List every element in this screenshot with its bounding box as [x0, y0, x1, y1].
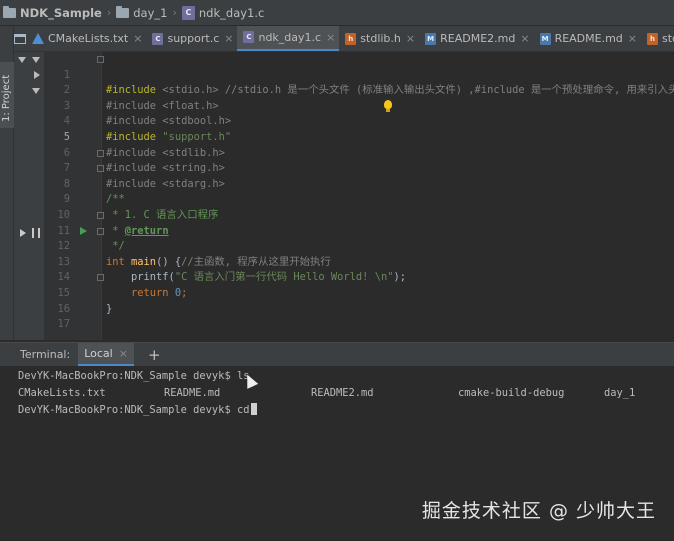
code-editor[interactable]: 1 #include <stdio.h> //stdio.h 是一个头文件 (标… [44, 52, 674, 340]
project-tool-window-button[interactable]: 1: Project [0, 62, 14, 128]
code-line: 6 #include <string.h> [44, 130, 674, 175]
expand-arrow-icon[interactable] [32, 57, 40, 63]
c-file-icon: C [243, 31, 255, 43]
run-icon[interactable] [20, 229, 26, 237]
folder-icon [3, 5, 16, 18]
editor-tabs: CMakeLists.txt × C support.c × C ndk_day… [14, 26, 674, 52]
terminal-tab-label: Local [84, 346, 113, 360]
new-terminal-button[interactable]: + [148, 346, 161, 364]
md-file-icon: M [425, 32, 437, 45]
window-icon [14, 33, 26, 44]
code-line: 17 [44, 302, 674, 330]
code-line: 4 #include "support.h" [44, 99, 674, 143]
watermark: 掘金技术社区 @ 少帅大王 [421, 500, 656, 522]
h-file-icon: h [345, 32, 357, 45]
code-line: 5 #include <stdlib.h> [44, 114, 674, 159]
breadcrumb-project-label: NDK_Sample [20, 5, 102, 20]
left-tool-strip: 1: Project [0, 26, 14, 340]
tab-label: stdio.h [662, 32, 674, 45]
code-line: 8 /** [44, 161, 674, 206]
breadcrumb-folder[interactable]: day_1 [116, 5, 168, 20]
code-line: 10 * @return [44, 192, 674, 237]
tab-cmakelists[interactable]: CMakeLists.txt × [26, 26, 146, 51]
tab-label: stdlib.h [360, 32, 401, 45]
terminal-file-entry: README2.md [311, 387, 374, 399]
fold-marker-icon[interactable] [97, 274, 104, 281]
terminal-file-entry: README.md [164, 387, 221, 399]
breadcrumb-file-label: ndk_day1.c [198, 5, 265, 20]
code-line: 2 #include <float.h> [44, 68, 674, 112]
code-line: 7 #include <stdarg.h> [44, 146, 674, 190]
breadcrumb-file[interactable]: C ndk_day1.c [181, 5, 265, 20]
terminal-label: Terminal: [20, 348, 71, 361]
close-icon[interactable]: × [224, 32, 233, 45]
breadcrumb-project[interactable]: NDK_Sample [3, 5, 102, 20]
project-panel-collapsed [14, 52, 44, 340]
terminal-prompt-line: DevYK-MacBookPro:NDK_Sample devyk$ cd [18, 403, 258, 416]
terminal-file-entry: cmake-build-debug [458, 387, 565, 399]
fold-marker-icon[interactable] [97, 165, 104, 172]
tab-stdio-h[interactable]: h stdio.h [641, 26, 674, 51]
fold-marker-icon[interactable] [97, 212, 104, 219]
close-icon[interactable]: × [326, 31, 335, 44]
tab-support-c[interactable]: C support.c × [146, 26, 237, 51]
terminal-file-entry: CMakeLists.txt [18, 387, 106, 399]
md-file-icon: M [539, 32, 551, 45]
tab-label: README.md [554, 32, 623, 45]
code-line: 14 return 0; [44, 255, 674, 299]
breadcrumb-separator: › [172, 6, 177, 19]
code-line: 3 #include <stdbool.h> [44, 83, 674, 128]
lightbulb-icon[interactable] [384, 100, 392, 112]
close-icon[interactable]: × [119, 347, 128, 360]
c-file-icon: C [181, 5, 195, 20]
collapse-arrow-icon[interactable] [34, 71, 40, 79]
tab-stdlib-h[interactable]: h stdlib.h × [339, 26, 419, 51]
code-line: 11 */ [44, 208, 674, 253]
tab-label: support.c [167, 32, 220, 45]
code-line: 13 printf("C 语言入门第一行代码 Hello World! \n")… [44, 239, 674, 284]
terminal-command: DevYK-MacBookPro:NDK_Sample devyk$ cd [18, 404, 250, 416]
navigation-breadcrumb: NDK_Sample › day_1 › C ndk_day1.c [0, 0, 674, 26]
breadcrumb-separator: › [106, 6, 112, 19]
expand-arrow-icon[interactable] [32, 88, 40, 94]
tab-readme-md[interactable]: M README.md × [534, 26, 641, 51]
fold-marker-icon[interactable] [97, 228, 104, 235]
close-icon[interactable]: × [406, 32, 415, 45]
close-icon[interactable]: × [133, 32, 142, 45]
close-icon[interactable]: × [520, 32, 529, 45]
code-line: 1 #include <stdio.h> //stdio.h 是一个头文件 (标… [44, 52, 674, 97]
terminal-header: Terminal: Local × + [0, 342, 674, 367]
tab-readme2-md[interactable]: M README2.md × [419, 26, 533, 51]
tab-label: README2.md [440, 32, 516, 45]
h-file-icon: h [647, 32, 659, 45]
pause-icon[interactable] [32, 228, 40, 238]
tab-list-button[interactable] [14, 26, 26, 51]
breadcrumb-folder-label: day_1 [133, 5, 168, 20]
text-cursor [251, 403, 258, 415]
tab-ndk-day1-c[interactable]: C ndk_day1.c × [237, 26, 340, 51]
code-line: 16 [44, 286, 674, 315]
tab-label: ndk_day1.c [258, 30, 322, 44]
folder-icon [116, 5, 130, 18]
terminal-tab-local[interactable]: Local × [78, 342, 134, 367]
code-line: 15 } [44, 270, 674, 315]
cmake-icon [32, 33, 44, 44]
code-line: 12 int main() {//主函数, 程序从这里开始执行 [44, 224, 674, 268]
expand-arrow-icon[interactable] [18, 57, 26, 63]
tab-label: CMakeLists.txt [48, 32, 129, 45]
code-line: 9 * 1. C 语言入口程序 [44, 177, 674, 221]
c-file-icon: C [152, 32, 164, 45]
terminal-prompt-line: DevYK-MacBookPro:NDK_Sample devyk$ ls [18, 370, 250, 382]
close-icon[interactable]: × [628, 32, 637, 45]
fold-marker-icon[interactable] [97, 56, 104, 63]
project-tool-label: 1: Project [1, 74, 12, 122]
run-main-icon[interactable] [80, 227, 87, 235]
line-number: 17 [57, 318, 70, 331]
terminal-file-entry: day_1 [604, 387, 636, 399]
fold-marker-icon[interactable] [97, 150, 104, 157]
